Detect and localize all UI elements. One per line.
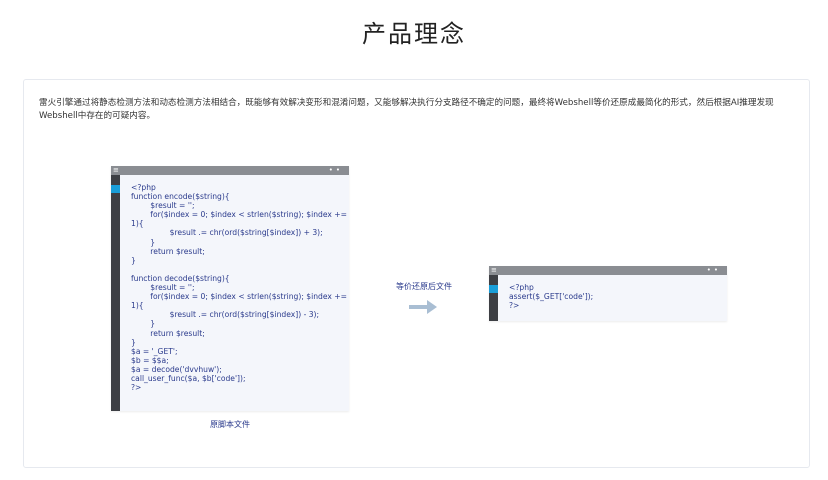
original-code: <?php function encode($string){ $result … xyxy=(131,183,348,393)
editor-gutter xyxy=(111,175,120,411)
concept-card: 雷火引擎通过将静态检测方法和动态检测方法相结合，既能够有效解决变形和混淆问题，又… xyxy=(23,79,810,468)
menu-icon: ≡ xyxy=(113,166,119,174)
menu-icon: ≡ xyxy=(491,266,497,274)
window-controls-icon: •• xyxy=(328,166,343,174)
original-script-window: ≡ •• <?php function encode($string){ $re… xyxy=(111,166,349,411)
original-caption: 原脚本文件 xyxy=(210,420,250,429)
line-marker xyxy=(489,285,498,293)
window-titlebar: ≡ •• xyxy=(489,266,727,275)
intro-paragraph: 雷火引擎通过将静态检测方法和动态检测方法相结合，既能够有效解决变形和混淆问题，又… xyxy=(39,98,774,121)
page-title: 产品理念 xyxy=(362,20,466,48)
arrow-caption: 等价还原后文件 xyxy=(396,282,452,291)
editor-gutter xyxy=(489,275,498,321)
right-arrow-icon xyxy=(409,300,437,314)
restored-script-window: ≡ •• <?php assert($_GET['code']); ?> xyxy=(489,266,727,321)
restored-code: <?php assert($_GET['code']); ?> xyxy=(509,283,594,311)
line-marker xyxy=(111,185,120,193)
window-controls-icon: •• xyxy=(706,266,721,274)
window-titlebar: ≡ •• xyxy=(111,166,349,175)
